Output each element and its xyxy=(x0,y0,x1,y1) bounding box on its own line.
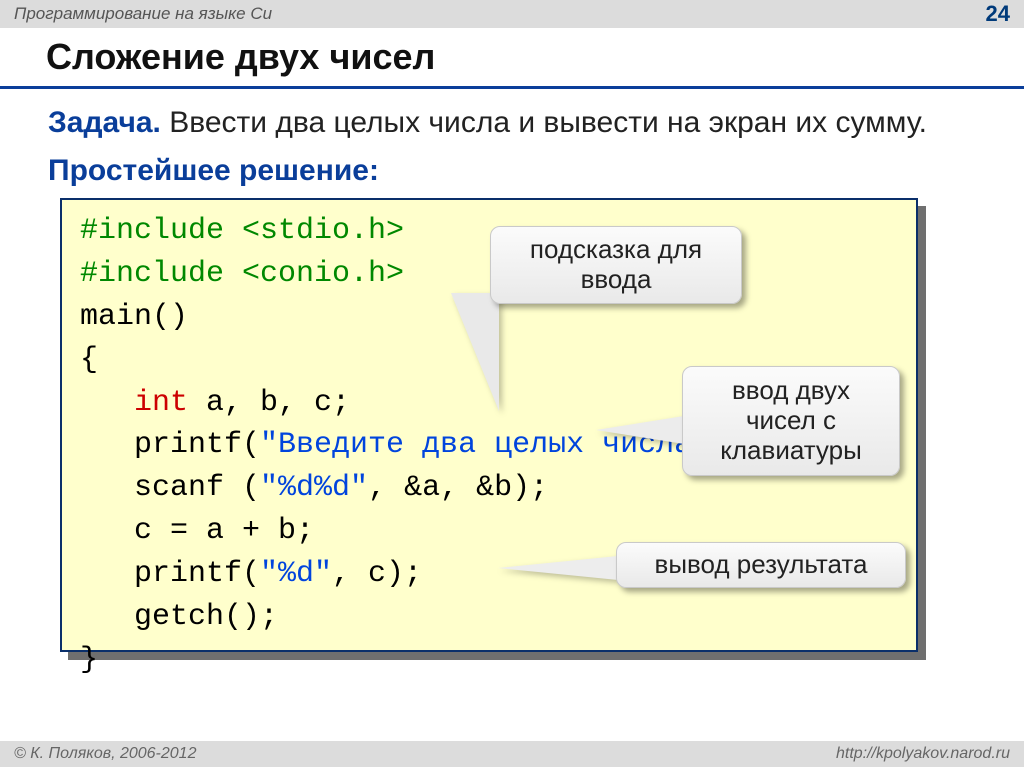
code-block: #include <stdio.h> #include <conio.h> ma… xyxy=(60,198,926,660)
footer-copyright: © К. Поляков, 2006-2012 xyxy=(14,745,196,763)
callout-tail-hint xyxy=(451,293,499,411)
footer-url: http://kpolyakov.narod.ru xyxy=(836,745,1010,763)
title-underline xyxy=(0,86,1024,89)
callout-hint-input: подсказка для ввода xyxy=(490,226,742,304)
solution-heading: Простейшее решение: xyxy=(0,148,1024,198)
callout-tail-output xyxy=(498,556,618,580)
footer-bar: © К. Поляков, 2006-2012 http://kpolyakov… xyxy=(0,741,1024,767)
callout-read-two: ввод двух чисел с клавиатуры xyxy=(682,366,900,476)
task-text: Задача. Ввести два целых числа и вывести… xyxy=(0,101,1024,148)
callout-tail-read xyxy=(596,416,684,444)
breadcrumb: Программирование на языке Си xyxy=(14,4,272,24)
callout-output: вывод результата xyxy=(616,542,906,588)
page-number: 24 xyxy=(986,1,1010,27)
task-body: Ввести два целых числа и вывести на экра… xyxy=(161,106,927,139)
task-label: Задача. xyxy=(48,106,161,139)
header-bar: Программирование на языке Си 24 xyxy=(0,0,1024,28)
page-title: Сложение двух чисел xyxy=(0,28,1024,86)
